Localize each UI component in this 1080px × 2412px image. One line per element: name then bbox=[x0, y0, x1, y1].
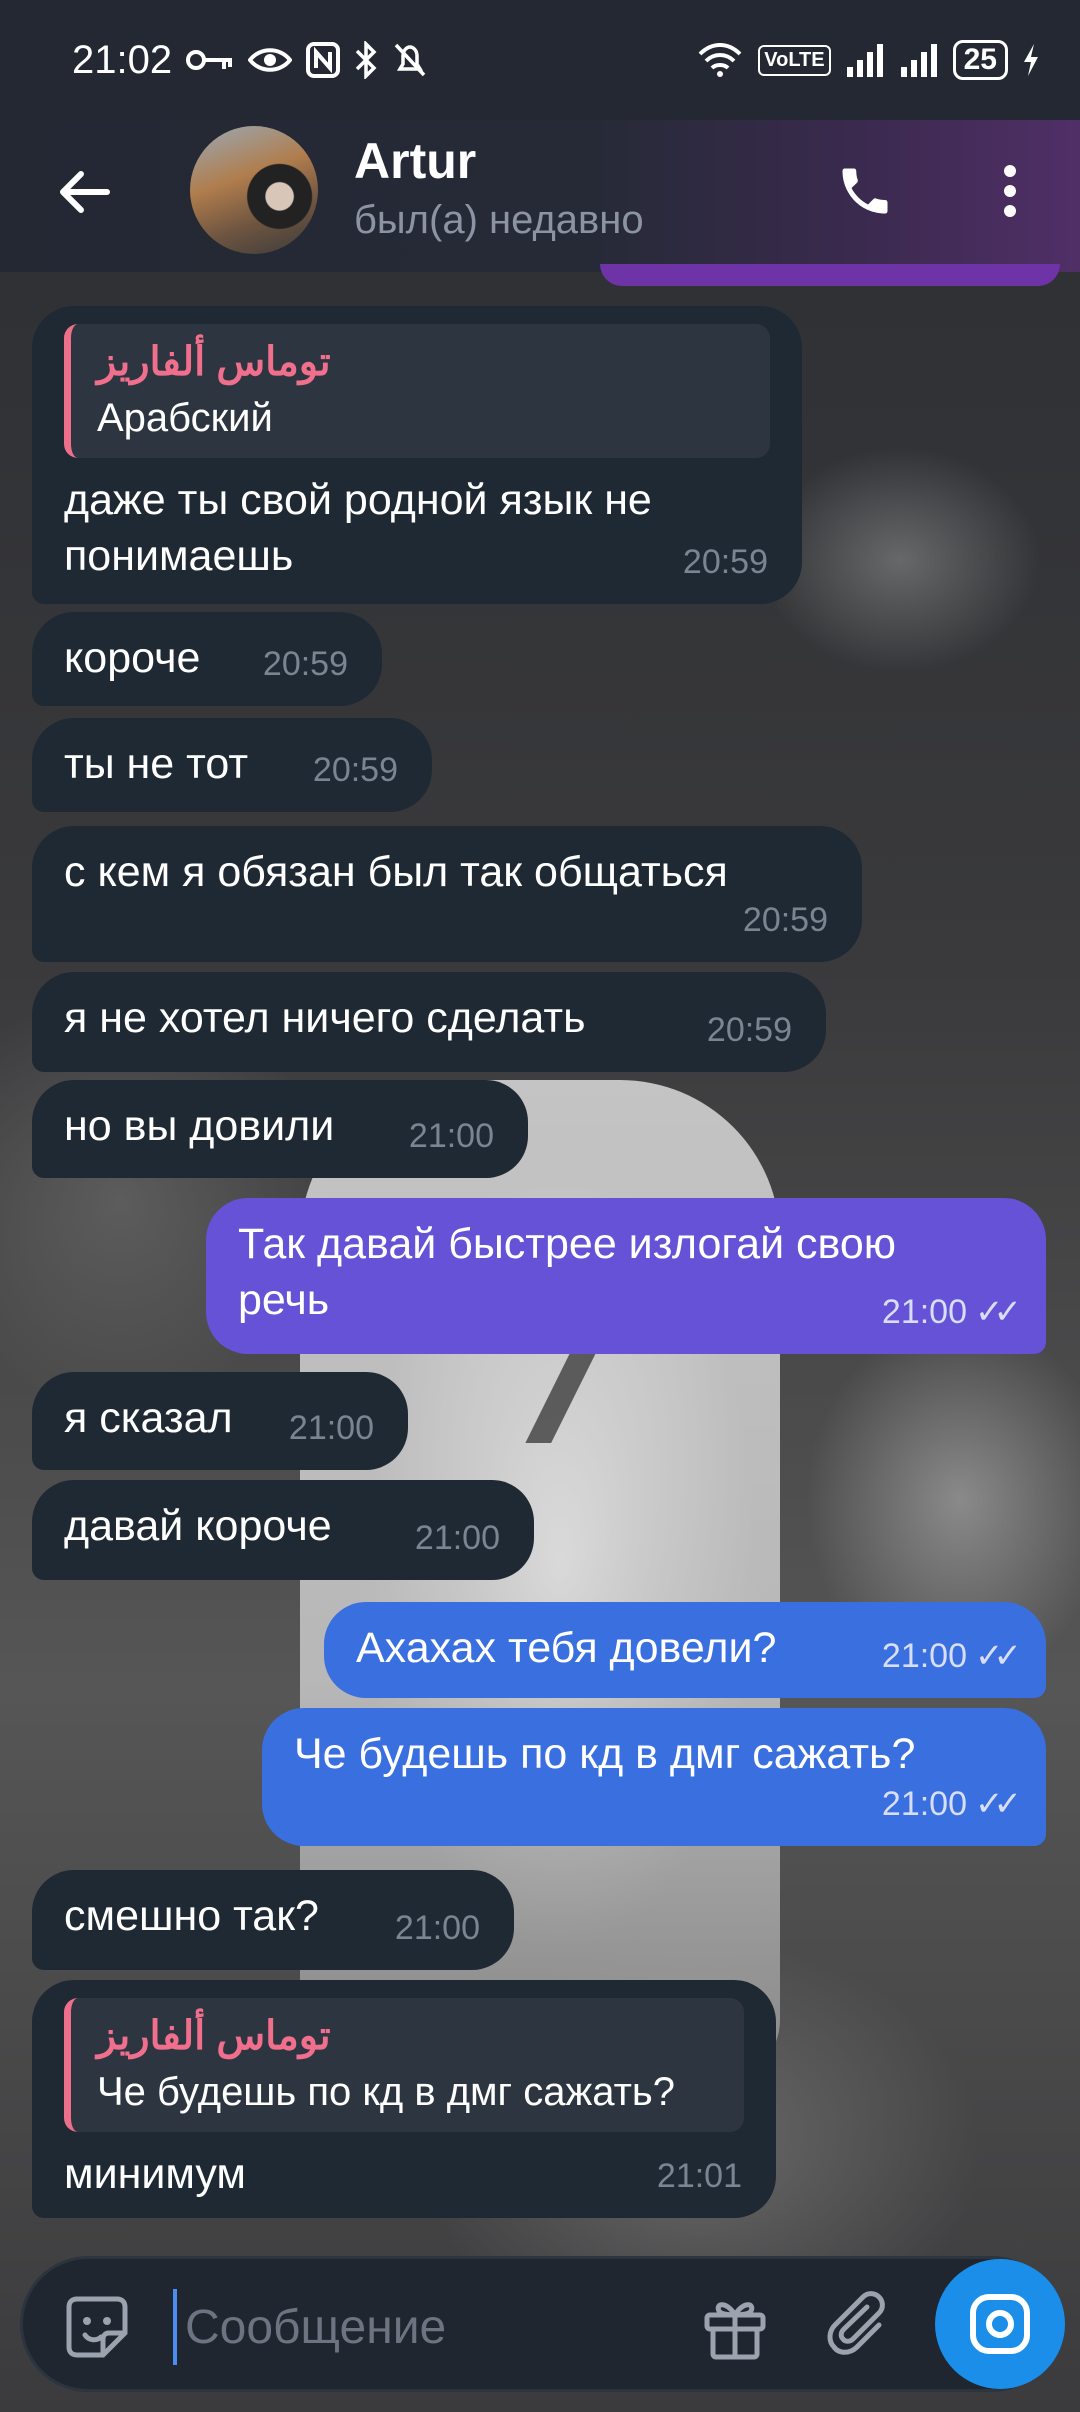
nfc-icon bbox=[306, 42, 341, 78]
more-button[interactable] bbox=[990, 156, 1030, 226]
message-text: но вы довили bbox=[64, 1102, 335, 1150]
message-text: я не хотел ничего сделать bbox=[64, 994, 586, 1042]
back-button[interactable] bbox=[48, 156, 120, 228]
avatar[interactable] bbox=[190, 126, 318, 254]
message-bubble[interactable]: я не хотел ничего сделать 20:59 bbox=[32, 972, 826, 1072]
message-bubble[interactable]: توماس ألفاريز Арабский даже ты свой родн… bbox=[32, 306, 802, 604]
signal-icon-2 bbox=[900, 44, 937, 77]
message-text: ты не тот bbox=[64, 740, 249, 788]
status-right: VoLTE 25 bbox=[696, 40, 1040, 80]
reply-quote[interactable]: توماس ألفاريز Арабский bbox=[64, 324, 770, 458]
status-left: 21:02 bbox=[72, 38, 428, 83]
sticker-icon bbox=[66, 2296, 128, 2358]
attach-button[interactable] bbox=[823, 2289, 899, 2365]
more-vertical-icon bbox=[1004, 165, 1016, 217]
bell-off-icon bbox=[394, 43, 426, 77]
reply-author: توماس ألفاريز bbox=[97, 340, 331, 384]
message-time: 21:00 bbox=[288, 1409, 374, 1447]
message-bubble[interactable]: но вы довили 21:00 bbox=[32, 1080, 528, 1178]
message-text: давай короче bbox=[64, 1502, 332, 1550]
contact-status: был(а) недавно bbox=[354, 198, 644, 242]
reply-text: Че будешь по кд в дмг сажать? bbox=[97, 2070, 676, 2114]
message-time-text: 21:00 bbox=[881, 1293, 968, 1331]
message-time: 21:00 ✓✓ bbox=[881, 1628, 1022, 1684]
message-text: минимум bbox=[64, 2150, 246, 2198]
double-check-icon: ✓✓ bbox=[975, 1785, 1022, 1823]
wifi-icon bbox=[698, 43, 742, 77]
message-time-text: 21:00 bbox=[881, 1637, 968, 1675]
message-bubble[interactable]: я сказал 21:00 bbox=[32, 1372, 408, 1470]
chat-header: Artur был(а) недавно bbox=[0, 120, 1080, 272]
contact-name[interactable]: Artur bbox=[354, 132, 476, 190]
double-check-icon: ✓✓ bbox=[975, 1637, 1022, 1675]
message-text: смешно так? bbox=[64, 1892, 319, 1940]
message-bubble[interactable]: توماس ألفاريز Че будешь по кд в дмг сажа… bbox=[32, 1980, 776, 2218]
message-bubble[interactable]: ты не тот 20:59 bbox=[32, 718, 432, 812]
message-input[interactable] bbox=[173, 2289, 693, 2365]
status-bar: 21:02 VoLTE 25 bbox=[0, 0, 1080, 120]
clock: 21:02 bbox=[72, 37, 173, 82]
message-bubble[interactable]: короче 20:59 bbox=[32, 612, 382, 706]
message-bubble-outgoing[interactable]: Че будешь по кд в дмг сажать? 21:00 ✓✓ bbox=[262, 1708, 1046, 1846]
message-time: 20:59 bbox=[706, 1011, 792, 1049]
eye-icon bbox=[248, 48, 293, 72]
bluetooth-icon bbox=[355, 41, 377, 79]
message-time: 21:00 bbox=[394, 1909, 480, 1947]
camera-icon bbox=[970, 2294, 1030, 2354]
message-time: 20:59 bbox=[262, 645, 348, 683]
reply-author: توماس ألفاريز bbox=[97, 2014, 331, 2058]
message-time: 21:00 bbox=[408, 1117, 494, 1155]
reply-text: Арабский bbox=[97, 396, 273, 440]
paperclip-icon bbox=[827, 2291, 885, 2355]
charging-icon bbox=[1024, 44, 1038, 76]
message-bubble[interactable]: давай короче 21:00 bbox=[32, 1480, 534, 1580]
message-time: 20:59 bbox=[312, 751, 398, 789]
message-time: 21:00 ✓✓ bbox=[881, 1776, 1022, 1832]
back-arrow-icon bbox=[60, 171, 110, 213]
call-button[interactable] bbox=[830, 156, 900, 226]
message-bubble-outgoing[interactable]: Ахахах тебя довели? 21:00 ✓✓ bbox=[324, 1602, 1046, 1698]
battery-icon: 25 bbox=[952, 40, 1008, 80]
partial-outgoing-bubble bbox=[600, 264, 1060, 286]
message-text: Че будешь по кд в дмг сажать? bbox=[294, 1730, 916, 1778]
message-bubble[interactable]: с кем я обязан был так общаться 20:59 bbox=[32, 826, 862, 962]
double-check-icon: ✓✓ bbox=[975, 1293, 1022, 1331]
phone-icon bbox=[842, 168, 888, 214]
message-time: 20:59 bbox=[682, 543, 768, 581]
reply-quote[interactable]: توماس ألفاريز Че будешь по кд в дмг сажа… bbox=[64, 1998, 744, 2132]
key-icon bbox=[186, 50, 233, 70]
message-bubble-outgoing[interactable]: Так давай быстрее излогай свою речь 21:0… bbox=[206, 1198, 1046, 1354]
message-time: 21:01 bbox=[656, 2157, 742, 2195]
message-text: Ахахах тебя довели? bbox=[356, 1624, 777, 1672]
message-time: 21:00 ✓✓ bbox=[881, 1284, 1022, 1340]
sticker-button[interactable] bbox=[59, 2289, 135, 2365]
message-text: даже ты свой родной язык не понимаешь bbox=[64, 476, 652, 580]
message-text: с кем я обязан был так общаться bbox=[64, 848, 728, 896]
gift-button[interactable] bbox=[697, 2289, 773, 2365]
signal-icon bbox=[846, 44, 883, 77]
message-text: я сказал bbox=[64, 1394, 233, 1442]
gift-icon bbox=[704, 2302, 766, 2360]
message-time: 21:00 bbox=[414, 1519, 500, 1557]
message-time-text: 21:00 bbox=[881, 1785, 968, 1823]
message-text: короче bbox=[64, 634, 201, 682]
message-bubble[interactable]: смешно так? 21:00 bbox=[32, 1870, 514, 1970]
volte-badge: VoLTE bbox=[758, 44, 831, 76]
message-input-bar bbox=[20, 2256, 1065, 2392]
message-time: 20:59 bbox=[742, 901, 828, 939]
camera-button[interactable] bbox=[935, 2259, 1065, 2389]
